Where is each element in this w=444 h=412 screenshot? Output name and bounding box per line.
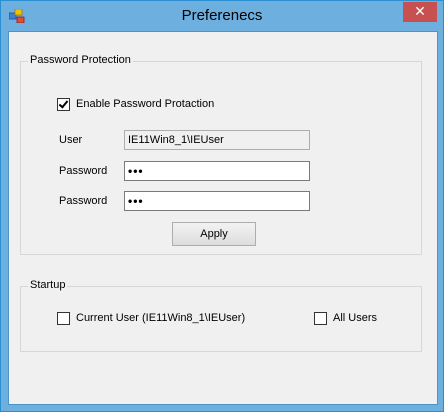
- title-bar[interactable]: Preferenecs ✕: [1, 1, 443, 31]
- close-button[interactable]: ✕: [403, 2, 437, 22]
- current-user-checkbox[interactable]: [57, 312, 70, 325]
- password-protection-group: Password Protection Enable Password Prot…: [20, 54, 422, 255]
- confirm-password-field[interactable]: •••: [124, 191, 310, 211]
- close-icon: ✕: [414, 3, 426, 19]
- current-user-label[interactable]: Current User (IE11Win8_1\IEUser): [76, 312, 245, 324]
- password-label: Password: [59, 165, 108, 177]
- startup-legend: Startup: [28, 279, 68, 291]
- enable-password-protection-label[interactable]: Enable Password Protaction: [76, 98, 214, 110]
- user-label: User: [59, 134, 83, 146]
- password-protection-legend: Password Protection: [28, 54, 133, 66]
- password-field[interactable]: •••: [124, 161, 310, 181]
- enable-password-protection-checkbox[interactable]: [57, 98, 70, 111]
- confirm-password-label: Password: [59, 195, 108, 207]
- startup-group: Startup Current User (IE11Win8_1\IEUser)…: [20, 279, 422, 352]
- all-users-label[interactable]: All Users: [333, 312, 377, 324]
- user-field[interactable]: IE11Win8_1\IEUser: [124, 130, 310, 150]
- preferences-panel: Password Protection Enable Password Prot…: [8, 31, 438, 405]
- apply-button[interactable]: Apply: [172, 222, 256, 246]
- window: Preferenecs ✕ Password Protection Enable…: [0, 0, 444, 412]
- window-title: Preferenecs: [181, 7, 263, 24]
- all-users-checkbox[interactable]: [314, 312, 327, 325]
